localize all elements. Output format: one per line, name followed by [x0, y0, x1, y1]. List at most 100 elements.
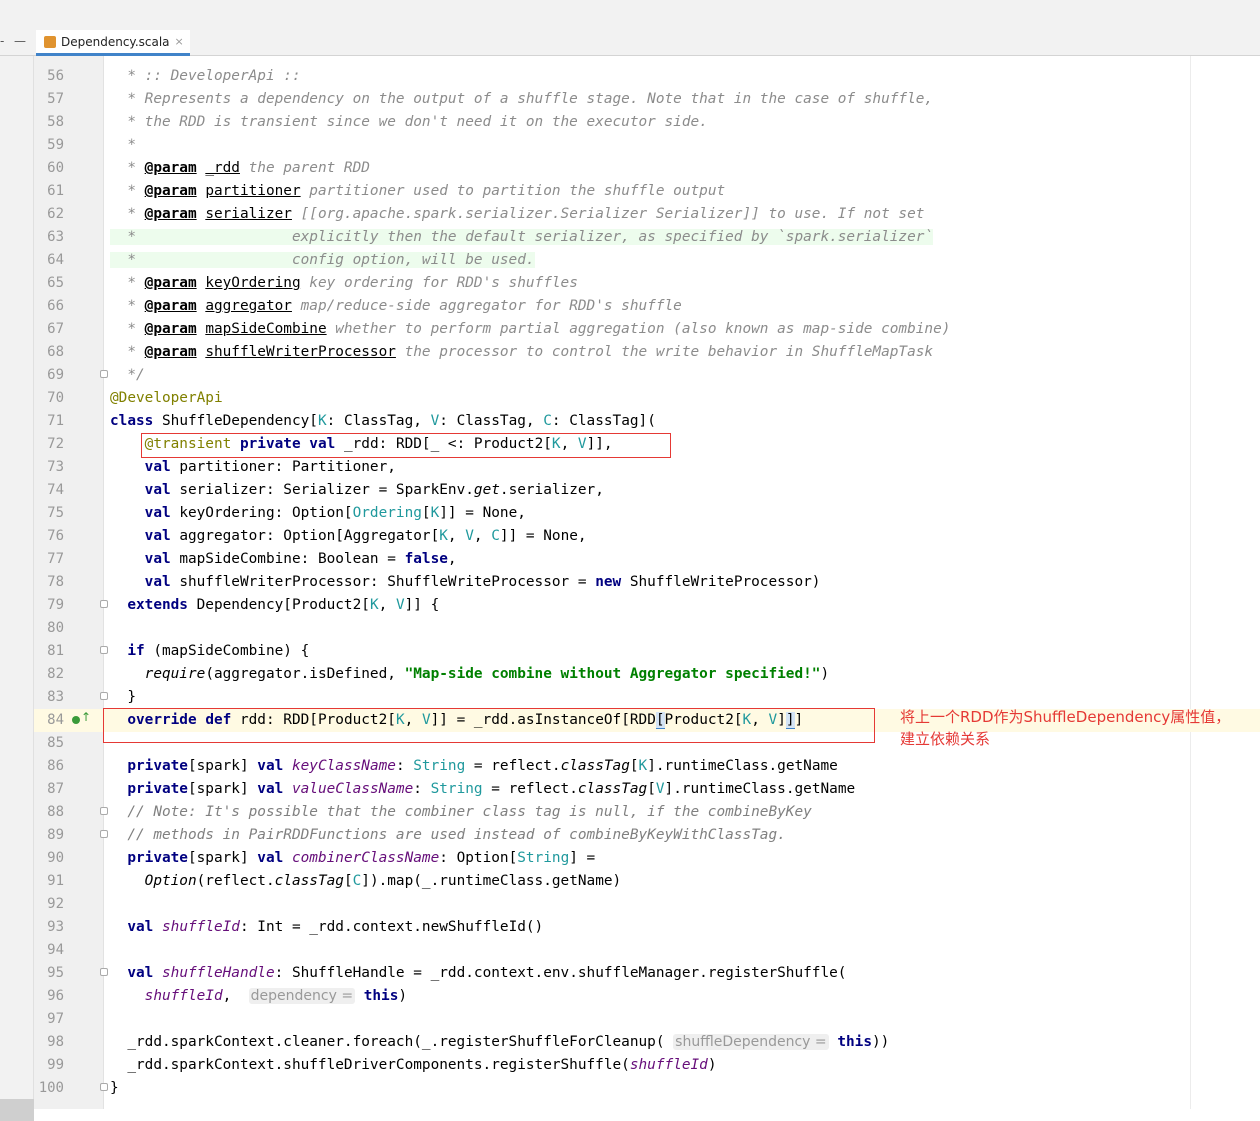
- line-number: 79: [47, 597, 64, 613]
- code-line[interactable]: 77 val mapSideCombine: Boolean = false,: [34, 548, 1260, 571]
- go-to-super-icon[interactable]: ↑: [81, 710, 91, 724]
- code-token: val: [127, 919, 154, 935]
- code-token: [spark]: [187, 758, 258, 774]
- line-number: 61: [47, 183, 64, 199]
- code-text: @DeveloperApi: [110, 387, 223, 410]
- code-line[interactable]: 87 private[spark] val valueClassName: St…: [34, 778, 1260, 801]
- code-line[interactable]: 100}: [34, 1077, 1260, 1100]
- minimize-icon[interactable]: —: [14, 34, 26, 48]
- code-token: @param: [144, 160, 197, 176]
- code-line[interactable]: 67 * @param mapSideCombine whether to pe…: [34, 318, 1260, 341]
- code-line[interactable]: 98 _rdd.sparkContext.cleaner.foreach(_.r…: [34, 1031, 1260, 1054]
- code-line[interactable]: 86 private[spark] val keyClassName: Stri…: [34, 755, 1260, 778]
- code-line[interactable]: 76 val aggregator: Option[Aggregator[K, …: [34, 525, 1260, 548]
- code-token: String: [517, 850, 570, 866]
- code-line[interactable]: 60 * @param _rdd the parent RDD: [34, 157, 1260, 180]
- code-line[interactable]: 95 val shuffleHandle: ShuffleHandle = _r…: [34, 962, 1260, 985]
- code-line[interactable]: 99 _rdd.sparkContext.shuffleDriverCompon…: [34, 1054, 1260, 1077]
- code-token: valueClassName: [291, 781, 414, 797]
- code-line[interactable]: 70 @DeveloperApi: [34, 387, 1260, 410]
- code-token: val: [144, 482, 171, 498]
- code-line[interactable]: 81 if (mapSideCombine) {: [34, 640, 1260, 663]
- line-number: 74: [47, 482, 64, 498]
- code-token: }: [110, 1080, 119, 1096]
- code-text: * @param mapSideCombine whether to perfo…: [110, 318, 950, 341]
- fold-toggle-icon[interactable]: [100, 807, 108, 815]
- close-tab-icon[interactable]: ×: [175, 35, 184, 48]
- code-line[interactable]: 61 * @param partitioner partitioner used…: [34, 180, 1260, 203]
- code-line[interactable]: 58 * the RDD is transient since we don't…: [34, 111, 1260, 134]
- code-line[interactable]: 90 private[spark] val combinerClassName:…: [34, 847, 1260, 870]
- code-line[interactable]: 82 require(aggregator.isDefined, "Map-si…: [34, 663, 1260, 686]
- code-token: private: [127, 781, 188, 797]
- fold-toggle-icon[interactable]: [100, 1083, 108, 1091]
- line-number: 64: [47, 252, 64, 268]
- code-token: *: [110, 344, 145, 360]
- code-line[interactable]: 73 val partitioner: Partitioner,: [34, 456, 1260, 479]
- code-token: [: [629, 758, 639, 774]
- code-token: ]).map(_.runtimeClass.getName): [361, 873, 622, 889]
- code-line[interactable]: 93 val shuffleId: Int = _rdd.context.new…: [34, 916, 1260, 939]
- scala-file-icon: [44, 35, 56, 48]
- annotation-line-1: 将上一个RDD作为ShuffleDependency属性值，: [900, 708, 1231, 726]
- code-line[interactable]: 68 * @param shuffleWriterProcessor the p…: [34, 341, 1260, 364]
- code-line[interactable]: 74 val serializer: Serializer = SparkEnv…: [34, 479, 1260, 502]
- code-line[interactable]: 89 // methods in PairRDDFunctions are us…: [34, 824, 1260, 847]
- code-line[interactable]: 91 Option(reflect.classTag[C]).map(_.run…: [34, 870, 1260, 893]
- code-text: private[spark] val valueClassName: Strin…: [110, 778, 855, 801]
- line-number: 58: [47, 114, 64, 130]
- code-line[interactable]: 88 // Note: It's possible that the combi…: [34, 801, 1260, 824]
- code-line[interactable]: 75 val keyOrdering: Option[Ordering[K]] …: [34, 502, 1260, 525]
- code-line[interactable]: 78 val shuffleWriterProcessor: ShuffleWr…: [34, 571, 1260, 594]
- code-line[interactable]: 59 *: [34, 134, 1260, 157]
- code-line[interactable]: 64 * config option, will be used.: [34, 249, 1260, 272]
- tab-dependency-scala[interactable]: Dependency.scala ×: [36, 30, 190, 56]
- code-token: * :: DeveloperApi ::: [110, 68, 301, 84]
- fold-toggle-icon[interactable]: [100, 370, 108, 378]
- code-line[interactable]: 66 * @param aggregator map/reduce-side a…: [34, 295, 1260, 318]
- strip-scroll-thumb[interactable]: [0, 1099, 34, 1121]
- code-line[interactable]: 57 * Represents a dependency on the outp…: [34, 88, 1260, 111]
- collapse-icon[interactable]: -: [0, 34, 4, 48]
- code-line[interactable]: 69 */: [34, 364, 1260, 387]
- line-number: 70: [47, 390, 64, 406]
- code-line[interactable]: 71 class ShuffleDependency[K: ClassTag, V…: [34, 410, 1260, 433]
- code-token: * Represents a dependency on the output …: [110, 91, 934, 107]
- code-token: shuffleHandle: [162, 965, 275, 981]
- code-token: @param: [144, 206, 197, 222]
- code-token: the parent RDD: [239, 160, 370, 176]
- code-line[interactable]: 79 extends Dependency[Product2[K, V]] {: [34, 594, 1260, 617]
- code-line[interactable]: 65 * @param keyOrdering key ordering for…: [34, 272, 1260, 295]
- code-token: : ShuffleHandle = _rdd.context.env.shuff…: [274, 965, 847, 981]
- fold-toggle-icon[interactable]: [100, 646, 108, 654]
- code-line[interactable]: 92: [34, 893, 1260, 916]
- line-number: 98: [47, 1034, 64, 1050]
- code-token: mapSideCombine: [205, 321, 327, 337]
- code-token: *: [110, 137, 136, 153]
- fold-toggle-icon[interactable]: [100, 692, 108, 700]
- code-token: _rdd: [205, 160, 240, 176]
- line-number: 65: [47, 275, 64, 291]
- line-number: 93: [47, 919, 64, 935]
- fold-toggle-icon[interactable]: [100, 968, 108, 976]
- override-marker-icon[interactable]: [72, 716, 80, 724]
- code-line[interactable]: 56 * :: DeveloperApi ::: [34, 65, 1260, 88]
- code-token: [[org.apache.spark.serializer.Serializer…: [291, 206, 925, 222]
- code-line[interactable]: 96 shuffleId, dependency = this): [34, 985, 1260, 1008]
- code-line[interactable]: 97: [34, 1008, 1260, 1031]
- code-text: val keyOrdering: Option[Ordering[K]] = N…: [110, 502, 526, 525]
- code-line[interactable]: 62 * @param serializer [[org.apache.spar…: [34, 203, 1260, 226]
- code-line[interactable]: 94: [34, 939, 1260, 962]
- code-text: val shuffleId: Int = _rdd.context.newShu…: [110, 916, 543, 939]
- fold-toggle-icon[interactable]: [100, 830, 108, 838]
- code-line[interactable]: 63 * explicitly then the default seriali…: [34, 226, 1260, 249]
- code-text: * @param shuffleWriterProcessor the proc…: [110, 341, 933, 364]
- fold-toggle-icon[interactable]: [100, 600, 108, 608]
- code-line[interactable]: 80: [34, 617, 1260, 640]
- code-token: K: [638, 758, 648, 774]
